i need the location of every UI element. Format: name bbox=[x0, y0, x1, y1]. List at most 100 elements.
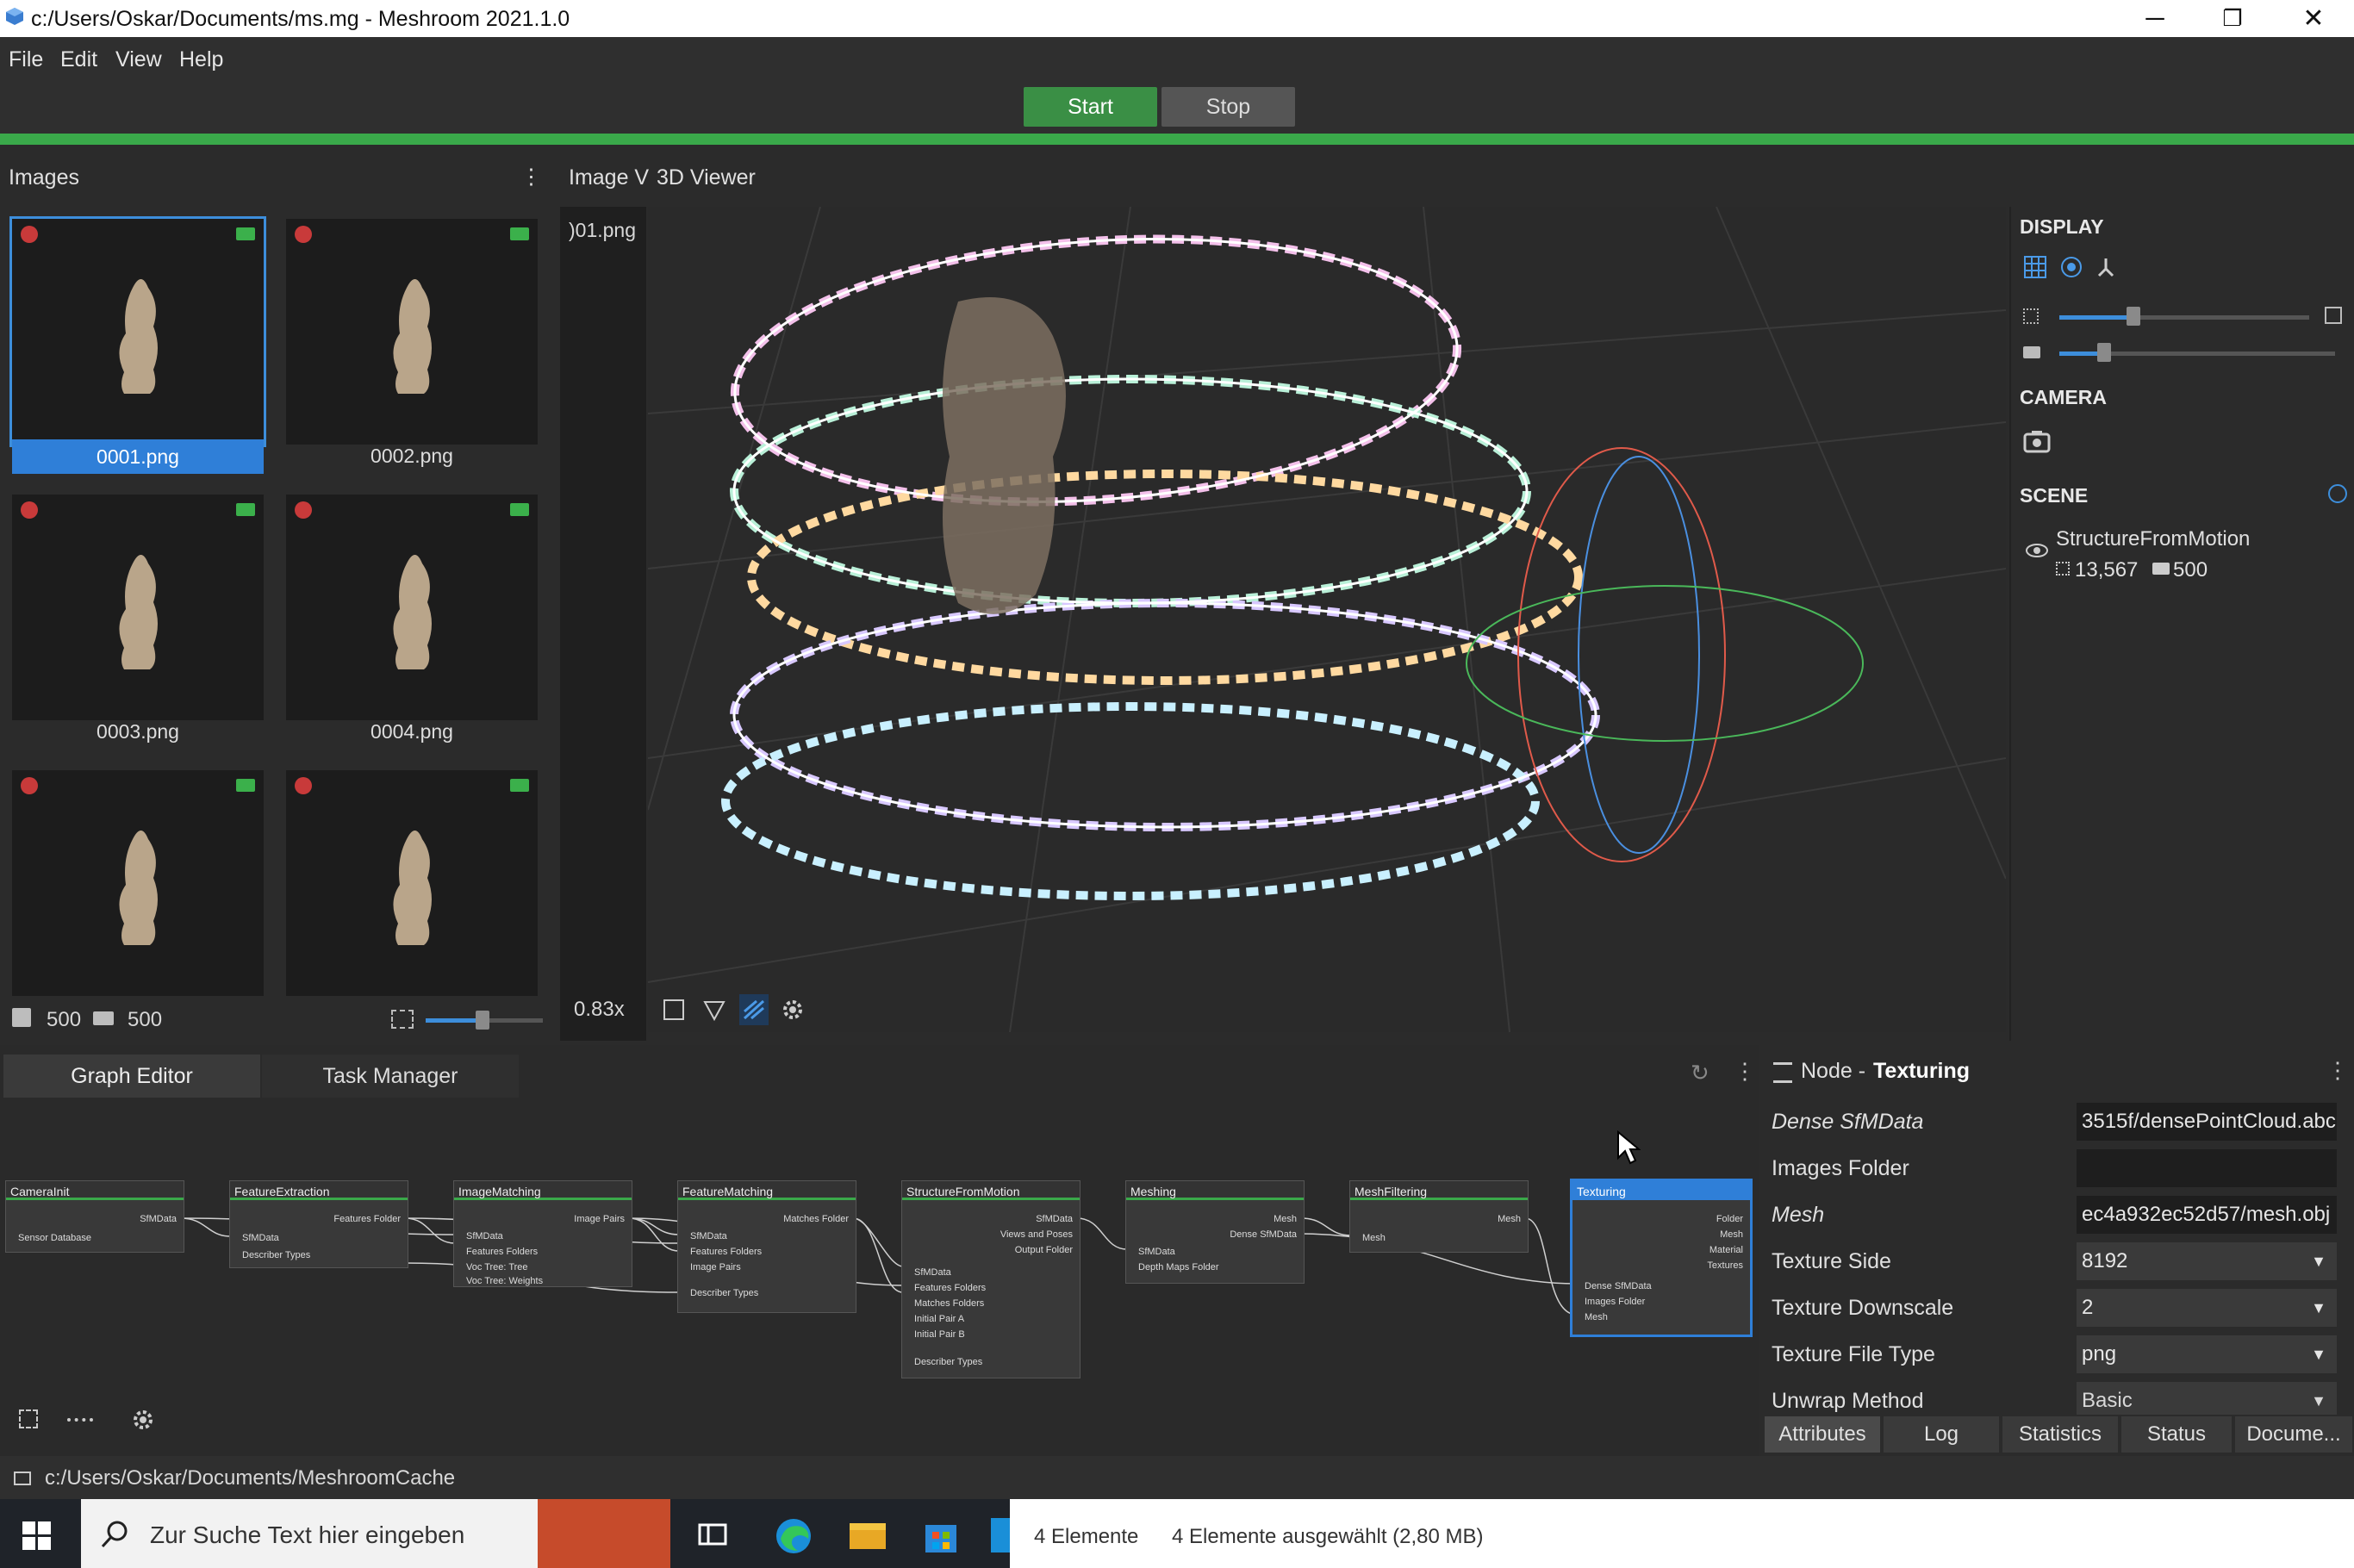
image-thumbnail[interactable] bbox=[12, 770, 264, 996]
graph-node-featureextraction[interactable]: FeatureExtraction Features Folder SfMDat… bbox=[229, 1180, 408, 1268]
graph-node-imagematching[interactable]: ImageMatching Image Pairs SfMData Featur… bbox=[453, 1180, 632, 1287]
tab-3d-viewer[interactable]: 3D Viewer bbox=[657, 165, 756, 190]
outlook-icon[interactable] bbox=[991, 1518, 1010, 1552]
attr-field-mesh[interactable]: ec4a932ec52d57/mesh.obj bbox=[2077, 1196, 2337, 1234]
taskbar-search-box[interactable]: Zur Suche Text hier eingeben bbox=[81, 1499, 670, 1568]
graph-node-meshing[interactable]: Meshing Mesh Dense SfMData SfMData Depth… bbox=[1125, 1180, 1305, 1284]
tab-documentation[interactable]: Docume... bbox=[2235, 1416, 2352, 1453]
tab-image-viewer[interactable]: Image V bbox=[569, 165, 649, 190]
search-highlight-image bbox=[538, 1499, 670, 1568]
folder-icon bbox=[14, 1472, 31, 1485]
node-input: Initial Pair B bbox=[914, 1329, 965, 1340]
grid-toggle-icon[interactable] bbox=[739, 994, 769, 1025]
explorer-selected-count: 4 Elemente ausgewählt (2,80 MB) bbox=[1172, 1525, 1484, 1548]
dropdown-arrow-icon: ▼ bbox=[2311, 1346, 2326, 1363]
attr-field-dense-sfmdata[interactable]: 3515f/densePointCloud.abc bbox=[2077, 1103, 2337, 1141]
graph-node-meshfiltering[interactable]: MeshFiltering Mesh Mesh bbox=[1349, 1180, 1529, 1253]
node-panel-menu-icon[interactable]: ⋮ bbox=[2326, 1057, 2349, 1084]
tab-statistics[interactable]: Statistics bbox=[2002, 1416, 2118, 1453]
menubar: File Edit View Help bbox=[0, 37, 2354, 82]
node-output: Material bbox=[1709, 1245, 1743, 1255]
maximize-button[interactable]: ❐ bbox=[2194, 0, 2271, 37]
image-thumbnail[interactable] bbox=[286, 770, 538, 996]
node-output: Features Folder bbox=[333, 1214, 401, 1224]
close-button[interactable]: ✕ bbox=[2275, 0, 2352, 37]
fit-view-icon[interactable] bbox=[2325, 307, 2342, 324]
refresh-icon[interactable]: ↻ bbox=[1691, 1060, 1709, 1086]
image-thumbnail[interactable] bbox=[286, 219, 538, 445]
minimize-button[interactable]: ─ bbox=[2116, 0, 2194, 37]
menu-view[interactable]: View bbox=[115, 47, 162, 72]
camera-section-title: CAMERA bbox=[2020, 386, 2107, 408]
windows-start-icon[interactable] bbox=[22, 1521, 52, 1551]
graph-node-texturing[interactable]: Texturing Folder Mesh Material Textures … bbox=[1570, 1179, 1753, 1337]
frustum-icon[interactable] bbox=[703, 999, 726, 1022]
3d-scene bbox=[648, 207, 2006, 1032]
3d-viewer-canvas[interactable] bbox=[648, 207, 2006, 1032]
image-thumbnail[interactable] bbox=[9, 216, 266, 447]
menu-help[interactable]: Help bbox=[179, 47, 223, 72]
thumbnail-label: 0004.png bbox=[371, 720, 453, 743]
attr-select-texture-file-type[interactable]: png ▼ bbox=[2077, 1335, 2337, 1373]
fit-graph-icon[interactable] bbox=[19, 1409, 38, 1428]
thumbnail-size-slider[interactable] bbox=[426, 1011, 543, 1030]
node-input: Voc Tree: Weights bbox=[466, 1276, 544, 1286]
window-title: c:/Users/Oskar/Documents/ms.mg - Meshroo… bbox=[31, 7, 570, 31]
camera-icon bbox=[510, 503, 529, 516]
locator-icon[interactable] bbox=[2059, 255, 2083, 279]
screenshot-camera-icon[interactable] bbox=[2023, 429, 2051, 453]
grid-icon[interactable] bbox=[2023, 255, 2047, 279]
edge-browser-icon[interactable] bbox=[774, 1516, 813, 1556]
visibility-eye-icon[interactable] bbox=[2025, 543, 2049, 558]
graph-node-structurefrommotion[interactable]: StructureFromMotion SfMData Views and Po… bbox=[901, 1180, 1080, 1378]
stop-button[interactable]: Stop bbox=[1161, 87, 1295, 127]
display-panel: DISPLAY CAMERA SCENE StructureFromMotion… bbox=[2009, 207, 2354, 1041]
scene-item-name[interactable]: StructureFromMotion bbox=[2056, 527, 2250, 551]
node-input: Images Folder bbox=[1585, 1297, 1646, 1307]
settings-icon[interactable] bbox=[781, 998, 805, 1022]
graph-menu-icon[interactable]: ⋮ bbox=[1734, 1058, 1756, 1085]
explorer-item-count: 4 Elemente bbox=[1034, 1525, 1139, 1548]
attr-select-texture-downscale[interactable]: 2 ▼ bbox=[2077, 1289, 2337, 1327]
images-menu-icon[interactable]: ⋮ bbox=[520, 164, 542, 190]
tab-log[interactable]: Log bbox=[1884, 1416, 1999, 1453]
graph-node-camerainit[interactable]: CameraInit SfMData Sensor Database bbox=[5, 1180, 184, 1253]
attr-field-images-folder[interactable] bbox=[2077, 1149, 2337, 1187]
point-size-knob[interactable] bbox=[2127, 307, 2140, 326]
attr-select-unwrap-method[interactable]: Basic ▼ bbox=[2077, 1382, 2337, 1415]
tab-graph-editor[interactable]: Graph Editor bbox=[3, 1055, 260, 1098]
camera-icon bbox=[236, 227, 255, 240]
camera-scale-knob[interactable] bbox=[2097, 343, 2111, 362]
file-explorer-icon[interactable] bbox=[848, 1518, 887, 1552]
info-icon[interactable] bbox=[2328, 484, 2347, 503]
node-title: ImageMatching bbox=[454, 1181, 632, 1200]
cameras-icon bbox=[2152, 563, 2170, 575]
statue-image bbox=[119, 831, 158, 945]
image-viewer-filename: )01.png bbox=[569, 219, 637, 241]
tab-attributes[interactable]: Attributes bbox=[1765, 1416, 1880, 1453]
task-view-icon[interactable] bbox=[698, 1520, 727, 1549]
camera-icon bbox=[510, 779, 529, 792]
node-input: Initial Pair A bbox=[914, 1314, 965, 1324]
menu-file[interactable]: File bbox=[9, 47, 43, 72]
tab-task-manager[interactable]: Task Manager bbox=[262, 1055, 519, 1098]
bounding-box-icon[interactable] bbox=[663, 999, 684, 1020]
image-thumbnail[interactable] bbox=[286, 495, 538, 720]
graph-settings-icon[interactable] bbox=[131, 1408, 155, 1432]
image-thumbnail[interactable] bbox=[12, 495, 264, 720]
auto-layout-icon[interactable] bbox=[67, 1418, 93, 1425]
node-input: Image Pairs bbox=[690, 1262, 741, 1272]
thumbnail-label: 0001.png bbox=[12, 439, 264, 474]
explorer-status-strip: 4 Elemente 4 Elemente ausgewählt (2,80 M… bbox=[1010, 1499, 2354, 1568]
store-icon[interactable] bbox=[922, 1516, 960, 1554]
graph-node-featurematching[interactable]: FeatureMatching Matches Folder SfMData F… bbox=[677, 1180, 856, 1313]
window-titlebar: c:/Users/Oskar/Documents/ms.mg - Meshroo… bbox=[0, 0, 2354, 37]
node-input: Sensor Database bbox=[18, 1233, 91, 1243]
tab-status[interactable]: Status bbox=[2121, 1416, 2232, 1453]
node-output: SfMData bbox=[140, 1214, 177, 1224]
start-button[interactable]: Start bbox=[1024, 87, 1157, 127]
gizmo-icon[interactable] bbox=[2094, 255, 2118, 279]
attr-select-texture-side[interactable]: 8192 ▼ bbox=[2077, 1242, 2337, 1280]
image-viewer-strip: )01.png 0.83x bbox=[560, 207, 646, 1041]
menu-edit[interactable]: Edit bbox=[60, 47, 97, 72]
